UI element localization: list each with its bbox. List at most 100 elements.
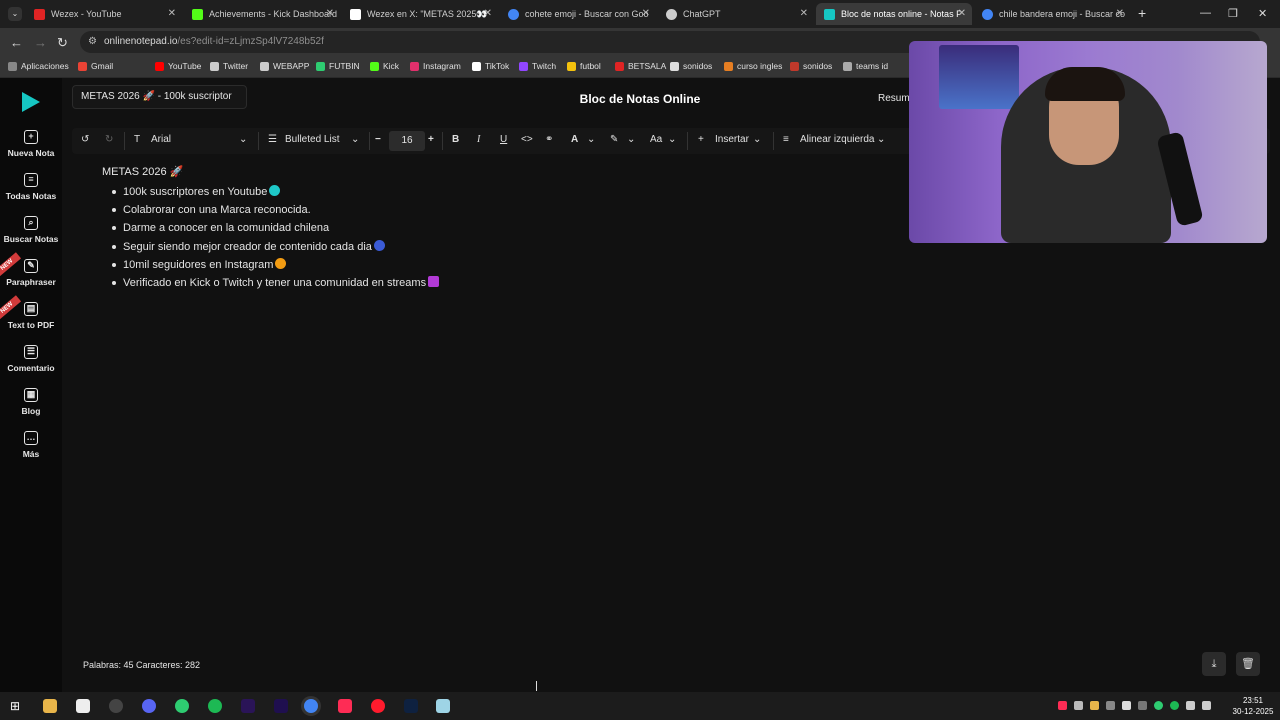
tab-google-chile[interactable]: chile bandera emoji - Buscar co ✕ bbox=[974, 3, 1130, 25]
spotify-icon[interactable] bbox=[208, 699, 222, 713]
code-button[interactable]: <> bbox=[521, 134, 533, 145]
utorrent-icon[interactable] bbox=[175, 699, 189, 713]
tab-youtube[interactable]: Wezex - YouTube ✕ bbox=[26, 3, 182, 25]
sidebar-item-buscar-notas[interactable]: ⌕ Buscar Notas bbox=[0, 216, 62, 244]
bookmark-aplicaciones[interactable]: Aplicaciones bbox=[8, 61, 69, 71]
bookmark-instagram[interactable]: Instagram bbox=[410, 61, 461, 71]
logo-icon[interactable] bbox=[22, 92, 40, 112]
list-item[interactable]: Verificado en Kick o Twitch y tener una … bbox=[111, 274, 440, 292]
close-icon[interactable]: ✕ bbox=[958, 8, 966, 19]
store-icon[interactable] bbox=[76, 699, 90, 713]
tab-chatgpt[interactable]: ChatGPT ✕ bbox=[658, 3, 814, 25]
list-item[interactable]: Seguir siendo mejor creador de contenido… bbox=[111, 238, 439, 256]
resume-button[interactable]: Resum bbox=[878, 93, 910, 104]
list-item[interactable]: Darme a conocer en la comunidad chilena bbox=[111, 219, 439, 237]
tray-icon[interactable] bbox=[1106, 701, 1115, 710]
trash-icon[interactable]: 🗑 bbox=[1236, 652, 1260, 676]
bold-button[interactable]: B bbox=[452, 134, 459, 145]
bookmark-curso-ingles[interactable]: curso ingles bbox=[724, 61, 782, 71]
site-info-icon[interactable]: ⚙ bbox=[88, 31, 97, 53]
align-select[interactable]: Alinear izquierda bbox=[800, 134, 875, 145]
tab-google-cohete[interactable]: cohete emoji - Buscar con Goo ✕ bbox=[500, 3, 656, 25]
tray-icon[interactable] bbox=[1138, 701, 1147, 710]
forward-icon[interactable]: → bbox=[34, 35, 47, 50]
download-icon[interactable]: ⤓ bbox=[1202, 652, 1226, 676]
close-icon[interactable]: ✕ bbox=[1116, 8, 1124, 19]
bookmark-youtube[interactable]: YouTube bbox=[155, 61, 201, 71]
close-icon[interactable]: ✕ bbox=[800, 8, 808, 19]
underline-button[interactable]: U bbox=[500, 134, 507, 145]
font-color-button[interactable]: A bbox=[571, 134, 578, 145]
case-button[interactable]: Aa bbox=[650, 134, 662, 145]
font-size-input[interactable]: 16 bbox=[389, 131, 425, 151]
system-clock[interactable]: 23:51 30-12-2025 bbox=[1228, 695, 1278, 717]
chevron-down-icon[interactable]: ⌄ bbox=[753, 134, 761, 145]
volume-icon[interactable] bbox=[1202, 701, 1211, 710]
italic-button[interactable]: I bbox=[477, 134, 480, 145]
photoshop-icon[interactable] bbox=[404, 699, 418, 713]
sidebar-item-comentario[interactable]: ☰ Comentario bbox=[0, 345, 62, 373]
list-item[interactable]: 100k suscriptores en Youtube bbox=[111, 183, 439, 201]
bookmark-sonidos[interactable]: sonidos bbox=[790, 61, 832, 71]
sidebar-item-todas-notas[interactable]: ≡ Todas Notas bbox=[0, 173, 62, 201]
tab-x[interactable]: Wezex en X: "METAS 2025👀 ✕ bbox=[342, 3, 498, 25]
tiktok-icon[interactable] bbox=[338, 699, 352, 713]
sidebar-item-paraphraser[interactable]: NEW ✎ Paraphraser bbox=[0, 252, 62, 287]
window-close-icon[interactable]: ✕ bbox=[1258, 7, 1267, 20]
bookmark-betsala[interactable]: BETSALA bbox=[615, 61, 666, 71]
tray-icon[interactable] bbox=[1090, 701, 1099, 710]
reload-icon[interactable]: ↻ bbox=[57, 35, 68, 51]
tiktok-tray-icon[interactable] bbox=[1058, 701, 1067, 710]
bookmark-gmail[interactable]: Gmail bbox=[78, 61, 113, 71]
bookmark-sonidos[interactable]: sonidos bbox=[670, 61, 712, 71]
font-select[interactable]: Arial bbox=[151, 134, 171, 145]
tab-kick[interactable]: Achievements - Kick Dashboard ✕ bbox=[184, 3, 340, 25]
sidebar-item-más[interactable]: … Más bbox=[0, 431, 62, 459]
chevron-down-icon[interactable]: ⌄ bbox=[877, 134, 885, 145]
opera-gx-icon[interactable] bbox=[371, 699, 385, 713]
tab-notepad[interactable]: Bloc de notas online - Notas P ✕ bbox=[816, 3, 972, 25]
link-icon[interactable]: ⚭ bbox=[545, 134, 553, 145]
bookmark-twitter[interactable]: Twitter bbox=[210, 61, 248, 71]
bookmark-twitch[interactable]: Twitch bbox=[519, 61, 556, 71]
sidebar-item-nueva-nota[interactable]: + Nueva Nota bbox=[0, 130, 62, 158]
file-explorer-icon[interactable] bbox=[43, 699, 57, 713]
tab-search-icon[interactable]: ⌄ bbox=[8, 7, 22, 21]
premiere-icon[interactable] bbox=[241, 699, 255, 713]
tray-icon[interactable] bbox=[1122, 701, 1131, 710]
bookmark-webapp[interactable]: WEBAPP bbox=[260, 61, 309, 71]
bookmark-teams-id[interactable]: teams id bbox=[843, 61, 888, 71]
chevron-down-icon[interactable]: ⌄ bbox=[587, 134, 595, 145]
close-icon[interactable]: ✕ bbox=[642, 8, 650, 19]
after-effects-icon[interactable] bbox=[274, 699, 288, 713]
close-icon[interactable]: ✕ bbox=[168, 8, 176, 19]
insert-menu[interactable]: Insertar bbox=[715, 134, 749, 145]
notepad-app-icon[interactable] bbox=[436, 699, 450, 713]
steam-icon[interactable] bbox=[109, 699, 123, 713]
maximize-icon[interactable]: ❐ bbox=[1228, 7, 1238, 20]
decrease-size-icon[interactable]: − bbox=[375, 134, 381, 145]
minimize-icon[interactable]: — bbox=[1200, 7, 1211, 19]
tray-icon[interactable] bbox=[1074, 701, 1083, 710]
note-title-field[interactable]: METAS 2026 🚀 - 100k suscriptor bbox=[72, 85, 247, 109]
list-item[interactable]: Colabrorar con una Marca reconocida. bbox=[111, 201, 439, 219]
undo-icon[interactable]: ↺ bbox=[81, 134, 89, 145]
discord-icon[interactable] bbox=[142, 699, 156, 713]
chevron-down-icon[interactable]: ⌄ bbox=[627, 134, 635, 145]
close-icon[interactable]: ✕ bbox=[326, 8, 334, 19]
windows-start-icon[interactable]: ⊞ bbox=[10, 699, 24, 713]
close-icon[interactable]: ✕ bbox=[484, 8, 492, 19]
chevron-down-icon[interactable]: ⌄ bbox=[239, 134, 247, 145]
chevron-down-icon[interactable]: ⌄ bbox=[351, 134, 359, 145]
sidebar-item-text-to-pdf[interactable]: NEW ▤ Text to PDF bbox=[0, 295, 62, 330]
chrome-icon[interactable] bbox=[304, 699, 318, 713]
bookmark-kick[interactable]: Kick bbox=[370, 61, 399, 71]
list-style-select[interactable]: Bulleted List bbox=[285, 134, 339, 145]
list-item[interactable]: 10mil seguidores en Instagram bbox=[111, 256, 439, 274]
back-icon[interactable]: ← bbox=[10, 35, 23, 50]
new-tab-button[interactable]: + bbox=[1138, 5, 1146, 21]
highlight-icon[interactable]: ✎ bbox=[610, 134, 618, 145]
bookmark-tiktok[interactable]: TikTok bbox=[472, 61, 509, 71]
network-icon[interactable] bbox=[1186, 701, 1195, 710]
bookmark-futbin[interactable]: FUTBIN bbox=[316, 61, 360, 71]
